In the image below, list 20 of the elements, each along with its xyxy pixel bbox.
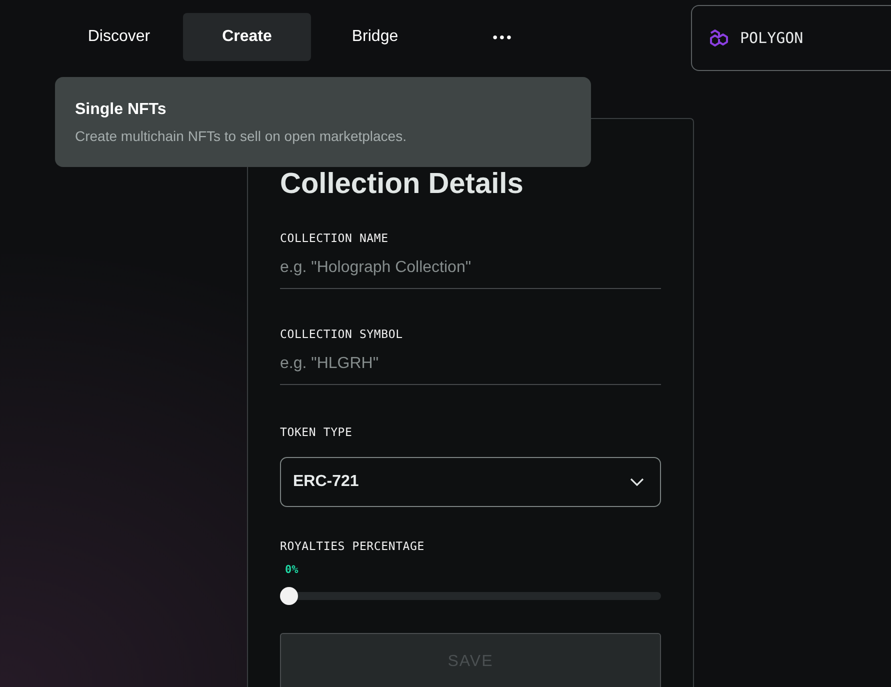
field-label: TOKEN TYPE xyxy=(280,425,354,439)
slider-track[interactable] xyxy=(280,587,661,605)
nav-tab[interactable]: Bridge xyxy=(311,13,439,61)
nav-tab[interactable]: Discover xyxy=(55,13,183,61)
nav-tab[interactable]: Create xyxy=(183,13,311,61)
input-field[interactable]: e.g. "HLGRH" xyxy=(280,341,661,385)
chevron-down-icon xyxy=(630,478,644,486)
menu-item-description: Create multichain NFTs to sell on open marketplaces. xyxy=(75,128,408,144)
field-label: COLLECTION SYMBOL xyxy=(280,327,404,341)
menu-item-title[interactable]: Single NFTs xyxy=(75,101,571,119)
slider-thumb[interactable] xyxy=(280,587,298,605)
network-button[interactable]: POLYGON xyxy=(691,5,891,71)
input-field[interactable]: e.g. "Holograph Collection" xyxy=(280,245,661,289)
field-label: ROYALTIES PERCENTAGE xyxy=(280,539,426,553)
linked-hexagons-icon xyxy=(708,29,730,47)
slider-value: 0% xyxy=(285,563,298,576)
form-title: Collection Details xyxy=(280,167,524,201)
more-button[interactable]: ••• xyxy=(439,13,567,61)
token-type-dropdown[interactable]: ERC-721 xyxy=(280,457,661,507)
field-label: COLLECTION NAME xyxy=(280,231,390,245)
